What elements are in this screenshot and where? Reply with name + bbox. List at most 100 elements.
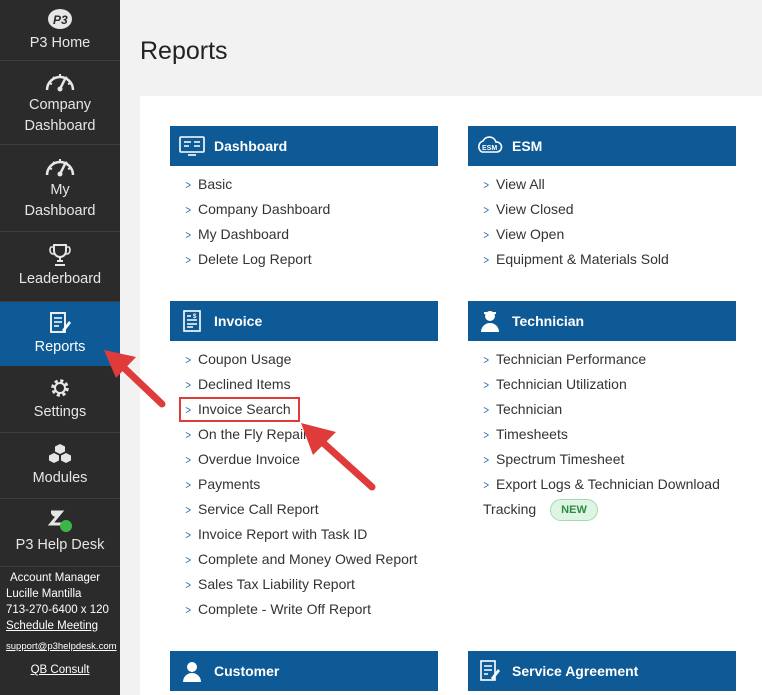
report-link[interactable]: > Company Dashboard bbox=[184, 197, 330, 222]
chevron-right-icon: > bbox=[185, 478, 192, 492]
chevron-right-icon: > bbox=[483, 428, 490, 442]
chevron-right-icon: > bbox=[185, 253, 192, 267]
report-link[interactable]: > Equipment & Materials Sold bbox=[482, 247, 668, 272]
chevron-right-icon: > bbox=[185, 578, 192, 592]
sidebar-item-label: Company Dashboard bbox=[24, 96, 96, 134]
report-icon bbox=[49, 311, 71, 335]
sidebar-item-label: Settings bbox=[33, 403, 87, 420]
chevron-right-icon: > bbox=[185, 428, 192, 442]
section-header-esm: ESM ESM bbox=[468, 126, 736, 166]
account-manager-name: Lucille Mantilla bbox=[6, 588, 82, 600]
gauge-icon bbox=[44, 154, 76, 178]
report-link[interactable]: > Invoice Report with Task ID bbox=[184, 522, 417, 547]
trophy-icon bbox=[49, 243, 71, 267]
section-title: ESM bbox=[512, 138, 543, 154]
section-header-technician: Technician bbox=[468, 301, 736, 341]
report-link[interactable]: > Technician Performance bbox=[482, 347, 720, 372]
section-header-customer: Customer bbox=[170, 651, 438, 691]
report-link[interactable]: > Timesheets bbox=[482, 422, 720, 447]
section-title: Technician bbox=[512, 313, 585, 329]
account-manager-phone: 713-270-6400 x 120 bbox=[6, 604, 109, 616]
section-title: Dashboard bbox=[214, 138, 288, 154]
zendesk-icon bbox=[42, 509, 78, 533]
sidebar-item-settings[interactable]: Settings bbox=[0, 366, 120, 433]
report-link[interactable]: > Declined Items bbox=[184, 372, 417, 397]
sidebar-item-p3-help-desk[interactable]: P3 Help Desk bbox=[0, 499, 120, 567]
chevron-right-icon: > bbox=[483, 453, 490, 467]
invoice-icon: $ bbox=[178, 310, 206, 332]
support-email-link[interactable]: support@p3helpdesk.com bbox=[6, 641, 117, 652]
report-link[interactable]: > View Open bbox=[482, 222, 669, 247]
report-link[interactable]: > Technician Utilization bbox=[482, 372, 720, 397]
chevron-right-icon: > bbox=[185, 453, 192, 467]
section-header-service-agreement: Service Agreement bbox=[468, 651, 736, 691]
invoice-links: > Coupon Usage > Declined Items > Invoice S… bbox=[184, 347, 417, 622]
technician-icon bbox=[476, 309, 504, 333]
service-agreement-icon bbox=[476, 660, 504, 682]
chevron-right-icon: > bbox=[483, 253, 490, 267]
new-badge: NEW bbox=[550, 498, 598, 521]
sidebar-item-modules[interactable]: Modules bbox=[0, 433, 120, 499]
sidebar-item-label: Reports bbox=[34, 338, 86, 355]
report-link[interactable]: > My Dashboard bbox=[184, 222, 330, 247]
qb-consult-link[interactable]: QB Consult bbox=[31, 664, 90, 676]
svg-text:$: $ bbox=[193, 314, 197, 320]
chevron-right-icon: > bbox=[483, 178, 490, 192]
sidebar-item-label: Leaderboard bbox=[18, 271, 102, 287]
chevron-right-icon: > bbox=[185, 203, 192, 217]
report-link[interactable]: > Complete - Write Off Report bbox=[184, 597, 417, 622]
page-title: Reports bbox=[140, 37, 228, 65]
dashboard-links: > Basic > Company Dashboard > My Dashboard … bbox=[184, 172, 330, 272]
customer-icon bbox=[178, 660, 206, 682]
chevron-right-icon: > bbox=[185, 228, 192, 242]
report-link[interactable]: > Complete and Money Owed Report bbox=[184, 547, 417, 572]
chevron-right-icon: > bbox=[483, 378, 490, 392]
report-link[interactable]: > Coupon Usage bbox=[184, 347, 417, 372]
section-title: Invoice bbox=[214, 313, 263, 329]
chevron-right-icon: > bbox=[185, 553, 192, 567]
sidebar-item-label: P3 Home bbox=[29, 34, 91, 51]
report-link[interactable]: > View Closed bbox=[482, 197, 669, 222]
report-link[interactable]: > Service Call Report bbox=[184, 497, 417, 522]
chevron-right-icon: > bbox=[185, 503, 192, 517]
account-manager-info: Account Manager Lucille Mantilla 713-270… bbox=[0, 570, 120, 678]
chevron-right-icon: > bbox=[483, 478, 490, 492]
section-header-dashboard: Dashboard bbox=[170, 126, 438, 166]
p3-logo-icon: P3 bbox=[47, 7, 73, 31]
report-link[interactable]: > On the Fly Repair bbox=[184, 422, 417, 447]
chevron-right-icon: > bbox=[185, 178, 192, 192]
gauge-icon bbox=[44, 69, 76, 93]
chevron-right-icon: > bbox=[185, 528, 192, 542]
section-header-invoice: $ Invoice bbox=[170, 301, 438, 341]
chevron-right-icon: > bbox=[483, 403, 490, 417]
sidebar-item-my-dashboard[interactable]: My Dashboard bbox=[0, 145, 120, 232]
sidebar-item-label: Modules bbox=[32, 470, 88, 486]
account-manager-title: Account Manager bbox=[10, 572, 101, 584]
svg-text:ESM: ESM bbox=[482, 145, 497, 152]
report-link[interactable]: > View All bbox=[482, 172, 669, 197]
section-title: Customer bbox=[214, 663, 280, 679]
schedule-meeting-link[interactable]: Schedule Meeting bbox=[6, 620, 98, 632]
report-link[interactable]: > Delete Log Report bbox=[184, 247, 330, 272]
report-link[interactable]: > Sales Tax Liability Report bbox=[184, 572, 417, 597]
gear-icon bbox=[48, 376, 72, 400]
section-title: Service Agreement bbox=[512, 663, 639, 679]
cubes-icon bbox=[48, 442, 72, 466]
svg-text:P3: P3 bbox=[53, 13, 68, 27]
sidebar-item-label: My Dashboard bbox=[24, 182, 96, 219]
dashboard-icon bbox=[178, 136, 206, 156]
sidebar-item-company-dashboard[interactable]: Company Dashboard bbox=[0, 61, 120, 145]
tracking-link[interactable]: Tracking NEW bbox=[483, 497, 598, 522]
report-link[interactable]: > Export Logs & Technician Download bbox=[482, 472, 719, 497]
report-link[interactable]: > Payments bbox=[184, 472, 417, 497]
report-link[interactable]: > Basic bbox=[184, 172, 330, 197]
report-link[interactable]: > Spectrum Timesheet bbox=[482, 447, 720, 472]
sidebar-item-leaderboard[interactable]: Leaderboard bbox=[0, 232, 120, 302]
sidebar: P3 P3 Home Company Dashboard My Dashboar… bbox=[0, 0, 120, 695]
report-link[interactable]: > Overdue Invoice bbox=[184, 447, 417, 472]
technician-links: > Technician Performance > Technician Util… bbox=[482, 347, 720, 497]
report-link[interactable]: > Technician bbox=[482, 397, 720, 422]
sidebar-item-p3-home[interactable]: P3 P3 Home bbox=[0, 0, 120, 61]
chevron-right-icon: > bbox=[483, 353, 490, 367]
sidebar-item-reports[interactable]: Reports bbox=[0, 302, 120, 366]
